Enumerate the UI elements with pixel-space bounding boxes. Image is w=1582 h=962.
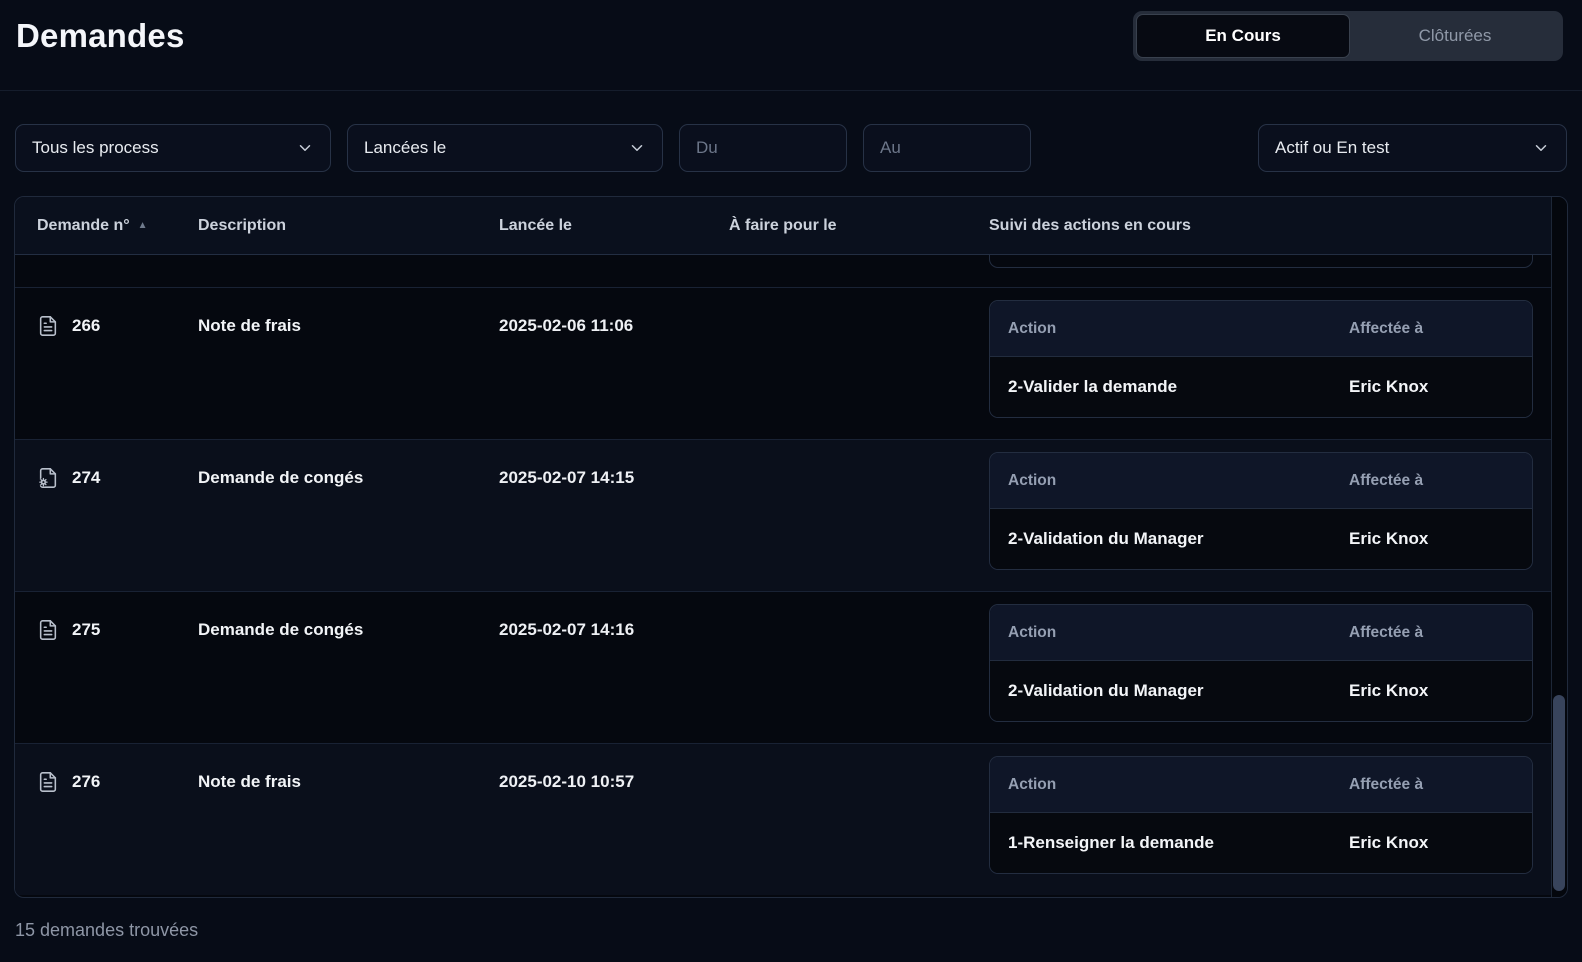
sort-asc-icon: ▲ (138, 220, 148, 231)
status-filter-value: Actif ou En test (1275, 138, 1389, 158)
column-header-a-faire-pour-le[interactable]: À faire pour le (729, 217, 989, 235)
action-column-header: Action (1008, 776, 1349, 794)
table-row[interactable]: 276 Note de frais 2025-02-10 10:57 Actio… (15, 743, 1551, 895)
tab-en-cours[interactable]: En Cours (1136, 14, 1350, 58)
assignee-column-header: Affectée à (1349, 776, 1514, 794)
file-text-icon (37, 619, 59, 641)
action-name: 2-Validation du Manager (1008, 681, 1349, 701)
top-bar: Demandes En Cours Clôturées (0, 0, 1582, 91)
action-column-header: Action (1008, 472, 1349, 490)
table-row[interactable]: 275 Demande de congés 2025-02-07 14:16 A… (15, 591, 1551, 743)
action-subtable: Action Affectée à 2-Validation du Manage… (989, 604, 1533, 722)
table-row[interactable]: 266 Note de frais 2025-02-06 11:06 Actio… (15, 287, 1551, 439)
chevron-down-icon (628, 139, 646, 157)
demandes-table: Demande n° ▲ Description Lancée le À fai… (14, 196, 1568, 898)
status-filter-select[interactable]: Actif ou En test (1258, 124, 1567, 172)
action-row[interactable]: 1-Renseigner la demande Eric Knox (990, 813, 1532, 873)
table-header-row: Demande n° ▲ Description Lancée le À fai… (15, 197, 1551, 255)
action-assignee: Eric Knox (1349, 529, 1514, 549)
action-assignee: Eric Knox (1349, 377, 1514, 397)
action-row[interactable]: 2-Validation du Manager Eric Knox (990, 661, 1532, 721)
demande-number: 274 (72, 468, 100, 488)
demande-launch-date: 2025-02-07 14:15 (499, 440, 729, 591)
demande-description: Demande de congés (198, 440, 499, 591)
demande-number: 266 (72, 316, 100, 336)
launched-filter-select[interactable]: Lancées le (347, 124, 663, 172)
action-subtable: Action Affectée à 2-Validation du Manage… (989, 452, 1533, 570)
action-name: 1-Renseigner la demande (1008, 833, 1349, 853)
file-text-icon (37, 771, 59, 793)
file-cog-icon (37, 467, 59, 489)
action-subtable: Action Affectée à 1-Renseigner la demand… (989, 756, 1533, 874)
date-to-input[interactable] (863, 124, 1031, 172)
action-name: 2-Valider la demande (1008, 377, 1349, 397)
vertical-scrollbar-thumb[interactable] (1553, 695, 1565, 891)
assignee-column-header: Affectée à (1349, 320, 1514, 338)
action-subtable-bottom-edge (989, 255, 1533, 268)
demande-description: Note de frais (198, 744, 499, 895)
status-tab-group: En Cours Clôturées (1133, 11, 1563, 61)
demande-launch-date: 2025-02-07 14:16 (499, 592, 729, 743)
action-assignee: Eric Knox (1349, 833, 1514, 853)
file-text-icon (37, 315, 59, 337)
date-from-input[interactable] (679, 124, 847, 172)
demande-description: Note de frais (198, 288, 499, 439)
tab-cloturees[interactable]: Clôturées (1350, 14, 1560, 58)
demande-launch-date: 2025-02-06 11:06 (499, 288, 729, 439)
demande-number: 275 (72, 620, 100, 640)
vertical-scrollbar-track[interactable] (1551, 197, 1567, 897)
column-header-suivi-actions[interactable]: Suivi des actions en cours (989, 217, 1551, 235)
table-row[interactable]: 274 Demande de congés 2025-02-07 14:15 A… (15, 439, 1551, 591)
launched-filter-value: Lancées le (364, 138, 446, 158)
column-header-demande-n[interactable]: Demande n° ▲ (15, 217, 198, 235)
demande-due-date (729, 288, 989, 439)
action-row[interactable]: 2-Validation du Manager Eric Knox (990, 509, 1532, 569)
assignee-column-header: Affectée à (1349, 624, 1514, 642)
action-column-header: Action (1008, 320, 1349, 338)
action-assignee: Eric Knox (1349, 681, 1514, 701)
action-row[interactable]: 2-Valider la demande Eric Knox (990, 357, 1532, 417)
assignee-column-header: Affectée à (1349, 472, 1514, 490)
page-title: Demandes (16, 17, 185, 55)
process-filter-select[interactable]: Tous les process (15, 124, 331, 172)
column-header-lancee-le[interactable]: Lancée le (499, 217, 729, 235)
action-column-header: Action (1008, 624, 1349, 642)
filter-bar: Tous les process Lancées le Actif ou En … (0, 91, 1582, 172)
column-header-description[interactable]: Description (198, 217, 499, 235)
results-count: 15 demandes trouvées (0, 898, 1582, 941)
action-subtable: Action Affectée à 2-Valider la demande E… (989, 300, 1533, 418)
chevron-down-icon (296, 139, 314, 157)
chevron-down-icon (1532, 139, 1550, 157)
table-row-partial[interactable] (15, 255, 1551, 287)
demande-due-date (729, 440, 989, 591)
demande-due-date (729, 592, 989, 743)
demande-launch-date: 2025-02-10 10:57 (499, 744, 729, 895)
demande-due-date (729, 744, 989, 895)
demande-number: 276 (72, 772, 100, 792)
process-filter-value: Tous les process (32, 138, 159, 158)
demande-description: Demande de congés (198, 592, 499, 743)
action-name: 2-Validation du Manager (1008, 529, 1349, 549)
